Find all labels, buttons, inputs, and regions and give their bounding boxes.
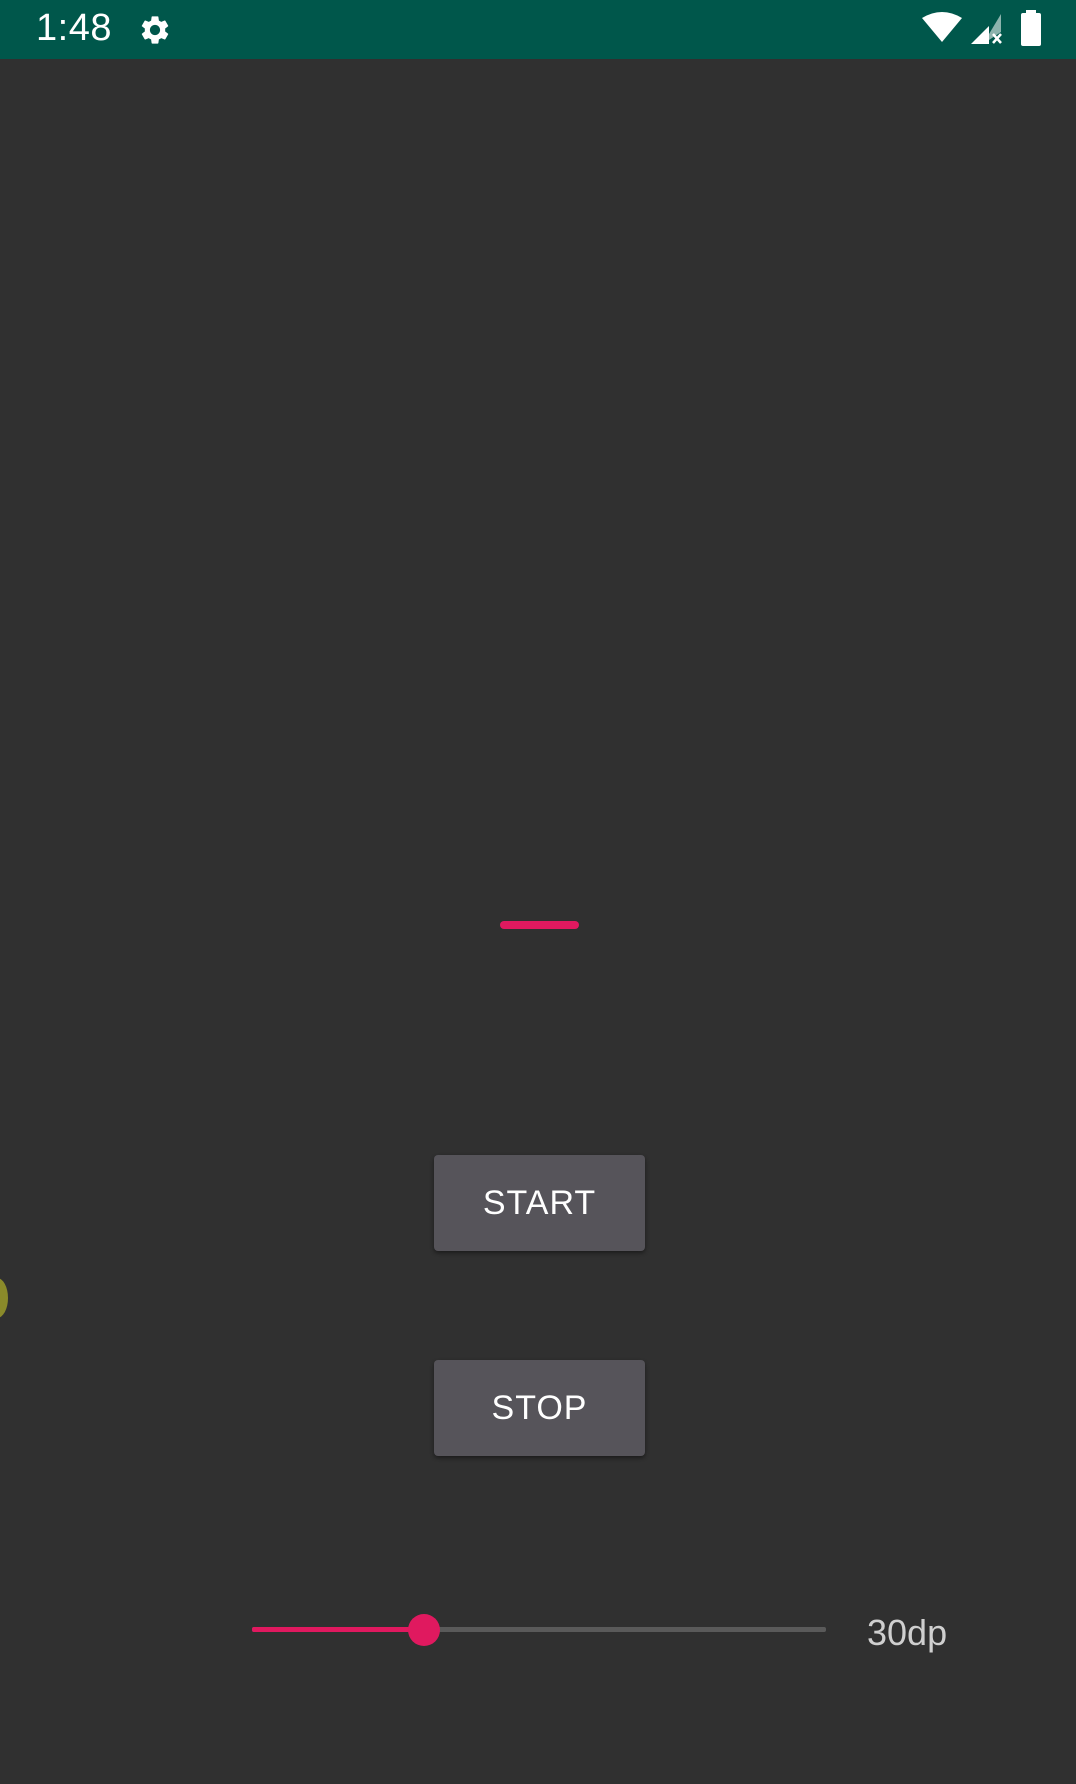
size-slider[interactable] bbox=[252, 1612, 826, 1648]
start-button[interactable]: START bbox=[434, 1155, 645, 1251]
settings-gear-icon bbox=[138, 13, 172, 52]
touch-indicator-dot bbox=[0, 1278, 8, 1318]
app-screen: 1:48 START STOP 30dp bbox=[0, 0, 1076, 1784]
signal-no-service-icon bbox=[969, 12, 1005, 51]
progress-indicator bbox=[500, 921, 579, 929]
battery-icon bbox=[1020, 10, 1042, 51]
status-time: 1:48 bbox=[36, 7, 112, 49]
slider-thumb[interactable] bbox=[408, 1614, 440, 1646]
slider-value-label: 30dp bbox=[867, 1612, 948, 1653]
slider-fill bbox=[252, 1627, 424, 1632]
stop-button[interactable]: STOP bbox=[434, 1360, 645, 1456]
status-bar: 1:48 bbox=[0, 0, 1076, 59]
wifi-icon bbox=[922, 12, 962, 49]
